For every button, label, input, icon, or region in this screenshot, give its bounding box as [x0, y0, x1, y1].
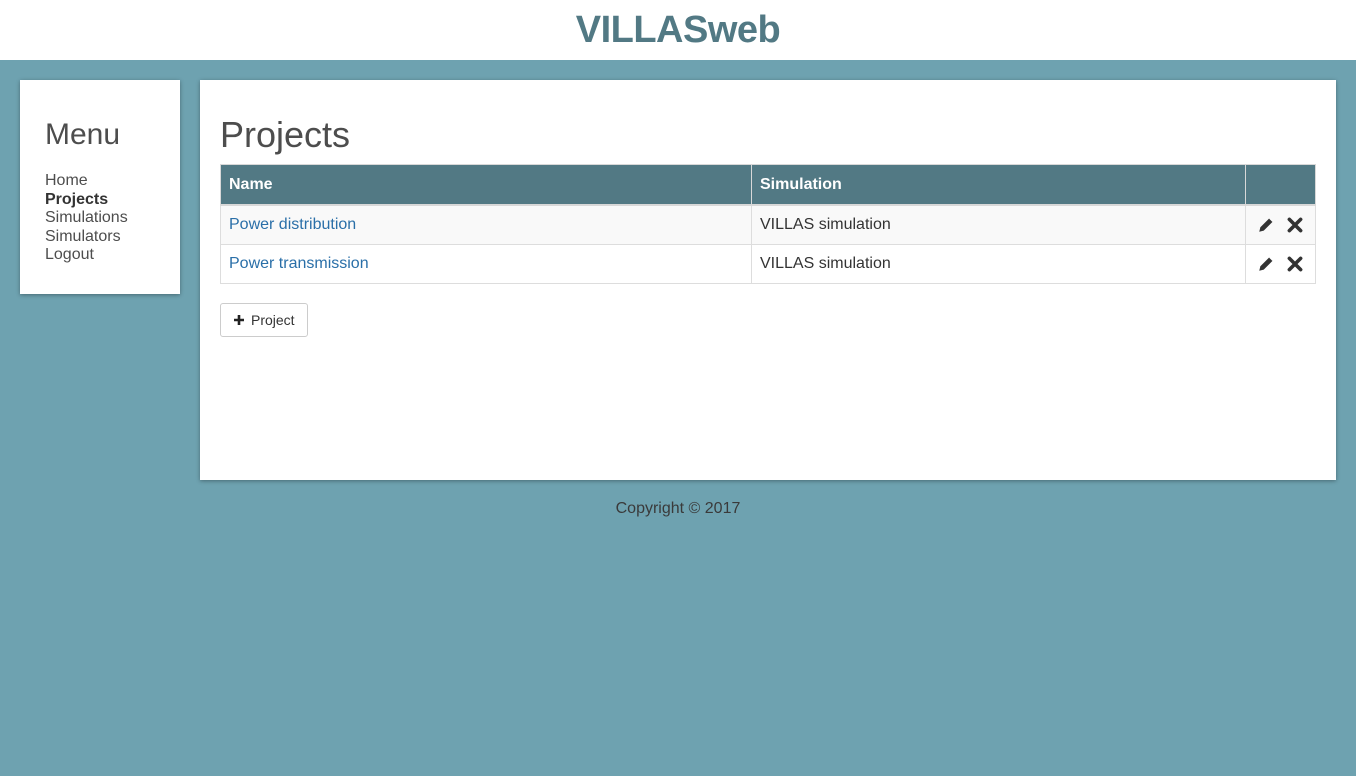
column-header-name[interactable]: Name — [220, 164, 752, 206]
delete-icon[interactable] — [1286, 255, 1304, 273]
column-header-actions — [1245, 164, 1316, 206]
actions-cell — [1245, 204, 1316, 245]
delete-icon[interactable] — [1286, 216, 1304, 234]
sidebar-item-home[interactable]: Home — [45, 172, 128, 191]
footer: Copyright © 2017 — [0, 500, 1356, 518]
menu-title: Menu — [45, 118, 121, 151]
simulation-cell: VILLAS simulation — [751, 204, 1246, 245]
table-row: Power transmission VILLAS simulation — [220, 244, 1316, 284]
copyright-text: Copyright © 2017 — [615, 500, 741, 517]
sidebar-item-projects[interactable]: Projects — [45, 191, 128, 210]
edit-icon[interactable] — [1257, 216, 1275, 234]
table-header-row: Name Simulation — [220, 164, 1316, 206]
menu-list: Home Projects Simulations Simulators Log… — [45, 172, 128, 265]
project-link[interactable]: Power distribution — [229, 216, 356, 233]
page-title: Projects — [220, 114, 351, 155]
projects-table: Name Simulation Power distribution VILLA… — [220, 164, 1316, 284]
app-title: VILLASweb — [575, 9, 781, 51]
project-link[interactable]: Power transmission — [229, 255, 369, 272]
app-header: VILLASweb — [0, 0, 1356, 60]
column-header-simulation[interactable]: Simulation — [751, 164, 1246, 206]
sidebar-item-simulators[interactable]: Simulators — [45, 228, 128, 247]
simulation-cell: VILLAS simulation — [751, 244, 1246, 284]
actions-cell — [1245, 244, 1316, 284]
plus-icon — [234, 315, 244, 325]
sidebar-item-logout[interactable]: Logout — [45, 246, 128, 265]
add-project-button[interactable]: Project — [220, 303, 308, 337]
add-project-label: Project — [251, 312, 295, 328]
content-panel: Projects Name Simulation Power distribut… — [200, 80, 1336, 480]
table-row: Power distribution VILLAS simulation — [220, 204, 1316, 245]
edit-icon[interactable] — [1257, 255, 1275, 273]
project-name-cell: Power distribution — [220, 204, 752, 245]
sidebar-item-simulations[interactable]: Simulations — [45, 209, 128, 228]
sidebar-menu: Menu Home Projects Simulations Simulator… — [20, 80, 180, 294]
project-name-cell: Power transmission — [220, 244, 752, 284]
